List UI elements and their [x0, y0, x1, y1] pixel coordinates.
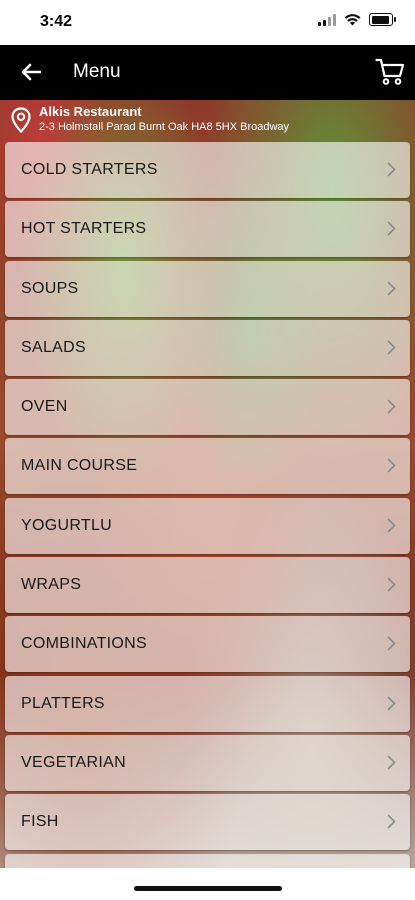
menu-category-item[interactable]: [5, 853, 410, 868]
cart-button[interactable]: [373, 55, 407, 89]
menu-category-item[interactable]: FISH: [5, 794, 410, 851]
menu-category-item[interactable]: PLATTERS: [5, 675, 410, 732]
menu-content[interactable]: Alkis Restaurant 2-3 Holmstall Parad Bur…: [0, 100, 415, 868]
status-icons: [318, 13, 396, 26]
menu-category-item[interactable]: VEGETARIAN: [5, 734, 410, 791]
menu-category-label: MAIN COURSE: [21, 457, 138, 475]
chevron-right-icon: [387, 459, 396, 473]
status-bar: 3:42: [0, 0, 415, 45]
signal-icon: [318, 13, 336, 26]
cart-icon: [375, 58, 405, 85]
home-indicator[interactable]: [134, 886, 282, 891]
battery-icon: [369, 13, 396, 26]
status-time: 3:42: [40, 13, 73, 30]
menu-category-label: COMBINATIONS: [21, 635, 147, 653]
menu-category-label: PLATTERS: [21, 694, 105, 712]
menu-category-item[interactable]: MAIN COURSE: [5, 438, 410, 495]
back-button[interactable]: [16, 57, 46, 87]
location-pin-icon: [11, 107, 31, 133]
menu-category-label: SALADS: [21, 338, 86, 356]
menu-category-label: SOUPS: [21, 279, 79, 297]
restaurant-address: 2-3 Holmstall Parad Burnt Oak HA8 5HX Br…: [39, 121, 290, 133]
menu-category-item[interactable]: YOGURTLU: [5, 497, 410, 554]
chevron-right-icon: [387, 162, 396, 177]
menu-category-label: WRAPS: [21, 576, 82, 594]
chevron-right-icon: [387, 518, 396, 533]
chevron-right-icon: [387, 399, 396, 414]
chevron-right-icon: [387, 637, 396, 651]
wifi-icon: [344, 13, 361, 25]
chevron-right-icon: [387, 577, 396, 592]
menu-category-item[interactable]: OVEN: [5, 379, 410, 436]
page-title: Menu: [73, 61, 121, 82]
menu-category-label: HOT STARTERS: [21, 220, 147, 238]
category-list: COLD STARTERS HOT STARTERS SOUPS SALADS OVEN…: [5, 142, 410, 868]
menu-category-item[interactable]: COMBINATIONS: [5, 616, 410, 673]
chevron-right-icon: [387, 221, 396, 236]
menu-category-label: YOGURTLU: [21, 516, 113, 534]
menu-category-item[interactable]: SOUPS: [5, 260, 410, 317]
menu-category-label: FISH: [21, 813, 59, 831]
menu-category-label: VEGETARIAN: [21, 753, 126, 771]
menu-category-item[interactable]: HOT STARTERS: [5, 201, 410, 258]
arrow-left-icon: [21, 63, 41, 81]
restaurant-location: Alkis Restaurant 2-3 Holmstall Parad Bur…: [0, 100, 415, 142]
chevron-right-icon: [387, 340, 396, 355]
chevron-right-icon: [387, 281, 396, 295]
chevron-right-icon: [387, 696, 396, 710]
menu-category-label: COLD STARTERS: [21, 161, 158, 178]
menu-category-item[interactable]: COLD STARTERS: [5, 142, 410, 198]
menu-category-item[interactable]: WRAPS: [5, 557, 410, 614]
restaurant-name: Alkis Restaurant: [39, 104, 142, 119]
home-area: [0, 868, 415, 900]
chevron-right-icon: [387, 814, 396, 829]
app-bar: Menu: [0, 45, 415, 100]
menu-category-item[interactable]: SALADS: [5, 319, 410, 376]
menu-category-label: OVEN: [21, 398, 68, 416]
chevron-right-icon: [387, 755, 396, 770]
